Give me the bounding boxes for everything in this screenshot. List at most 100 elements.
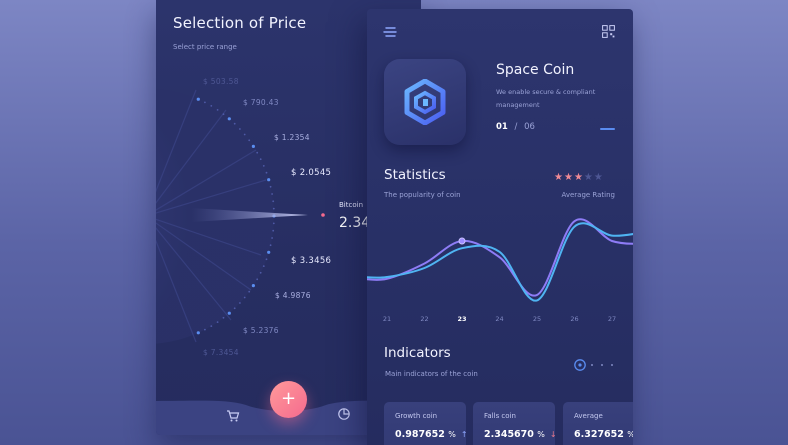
wheel-tick — [271, 193, 273, 195]
add-button[interactable]: + — [270, 381, 307, 418]
chart-series-line — [367, 222, 633, 302]
card-value: 2.345670 % ↓ — [484, 429, 557, 440]
card-value: 0.987652 % ↑ — [395, 429, 468, 440]
wheel-tick — [272, 200, 275, 203]
pager-total: 06 — [524, 122, 535, 132]
wheel-tick — [265, 258, 268, 261]
wheel-tick — [267, 178, 271, 182]
wheel-tick — [239, 302, 241, 304]
wheel-tick — [267, 250, 271, 254]
wheel-tick — [251, 284, 255, 288]
statistics-subtitle: The popularity of coin — [384, 191, 461, 199]
price-option[interactable]: $ 503.58 — [203, 77, 239, 86]
arrow-up-icon: ↑ — [460, 430, 468, 439]
price-option[interactable]: $ 7.3454 — [203, 348, 239, 357]
selected-price-value: 2.34 — [339, 215, 371, 231]
price-option[interactable]: $ 790.43 — [243, 98, 279, 107]
wheel-tick — [204, 101, 206, 104]
wheel-tick — [262, 165, 265, 167]
star-filled-icon: ★ — [573, 172, 584, 183]
pager-separator: / — [514, 122, 518, 132]
price-option[interactable]: $ 3.3456 — [291, 256, 331, 266]
wheel-tick — [233, 122, 236, 125]
price-option[interactable]: $ 4.9876 — [275, 291, 311, 300]
pager-current: 01 — [496, 122, 508, 132]
wheel-tick — [259, 271, 262, 274]
indicator-card-falls[interactable]: Falls coin 2.345670 % ↓ — [473, 402, 557, 445]
indicator-card-growth[interactable]: Growth coin 0.987652 % ↑ — [384, 402, 468, 445]
coin-name: Space Coin — [496, 62, 575, 78]
star-filled-icon: ★ — [554, 172, 564, 183]
coin-logo-icon — [404, 79, 446, 125]
wheel-tick — [243, 133, 246, 136]
star-filled-icon: ★ — [563, 172, 574, 183]
coin-detail-screen: Space Coin We enable secure & compliant … — [367, 9, 633, 445]
wheel-tick — [227, 117, 231, 121]
wheel-tick — [210, 325, 213, 327]
pager-indicator[interactable] — [600, 128, 615, 130]
chart-x-tick-label[interactable]: 26 — [565, 315, 585, 323]
wheel-tick — [248, 139, 251, 142]
wheel-tick — [271, 237, 273, 239]
wheel-tick — [272, 207, 275, 210]
wheel-tick — [269, 185, 272, 188]
wheel-tick — [256, 151, 259, 154]
menu-icon[interactable] — [383, 26, 397, 38]
wheel-tick — [256, 278, 259, 281]
coin-pager: 01 / 06 — [496, 122, 535, 132]
price-option[interactable]: $ 5.2376 — [243, 326, 279, 335]
cart-icon[interactable] — [226, 409, 240, 423]
pie-chart-icon[interactable] — [337, 407, 351, 421]
chart-x-tick-label[interactable]: 24 — [490, 315, 510, 323]
arrow-down-icon: ↓ — [549, 430, 557, 439]
chart-x-tick-label[interactable]: 27 — [602, 315, 622, 323]
statistics-chart[interactable] — [367, 209, 633, 314]
star-empty-icon: ★ — [583, 172, 594, 183]
price-option[interactable]: $ 2.0545 — [291, 168, 331, 178]
card-label: Growth coin — [395, 412, 438, 420]
wheel-tick — [196, 97, 200, 101]
card-label: Falls coin — [484, 412, 516, 420]
wheel-tick — [269, 244, 272, 247]
wheel-tick — [227, 311, 231, 315]
star-empty-icon: ★ — [593, 172, 604, 183]
selected-coin-label: Bitcoin — [339, 201, 364, 209]
wheel-tick — [233, 307, 236, 310]
indicators-subtitle: Main indicators of the coin — [385, 370, 478, 378]
wheel-tick — [262, 265, 265, 267]
wheel-tick — [248, 290, 251, 293]
rating-stars: ★★★★★ — [554, 172, 604, 183]
indicators-title: Indicators — [384, 345, 451, 361]
chart-highlight-point[interactable] — [458, 237, 466, 245]
wheel-tick — [216, 109, 219, 111]
page-subtitle: Select price range — [173, 43, 237, 51]
wheel-tick — [239, 128, 241, 130]
wheel-tick — [222, 316, 225, 319]
wheel-tick — [222, 113, 225, 116]
qr-code-icon[interactable] — [602, 25, 615, 38]
wheel-tick — [265, 171, 268, 174]
chart-x-tick-label[interactable]: 21 — [377, 315, 397, 323]
rating-label: Average Rating — [561, 191, 615, 199]
wheel-tick — [272, 222, 275, 225]
price-option[interactable]: $ 1.2354 — [274, 133, 310, 142]
card-label: Average — [574, 412, 603, 420]
statistics-title: Statistics — [384, 167, 446, 183]
chart-series-line — [367, 218, 633, 297]
card-value: 6.327652 % — [574, 429, 633, 440]
wheel-tick — [272, 229, 275, 232]
wheel-tick — [259, 158, 262, 161]
chart-x-tick-label[interactable]: 23 — [452, 315, 472, 323]
wheel-tick — [251, 144, 255, 148]
wheel-tick — [196, 331, 200, 335]
wheel-tick — [243, 296, 246, 299]
coin-description: We enable secure & compliant management — [496, 88, 596, 109]
chart-x-tick-label[interactable]: 25 — [527, 315, 547, 323]
wheel-tick — [204, 328, 206, 331]
indicator-card-average[interactable]: Average 6.327652 % — [563, 402, 633, 445]
indicator-pager-dots[interactable] — [574, 358, 619, 372]
coin-logo-tile — [384, 59, 466, 145]
chart-x-tick-label[interactable]: 22 — [415, 315, 435, 323]
wheel-tick — [216, 321, 219, 323]
page-title: Selection of Price — [173, 14, 307, 32]
